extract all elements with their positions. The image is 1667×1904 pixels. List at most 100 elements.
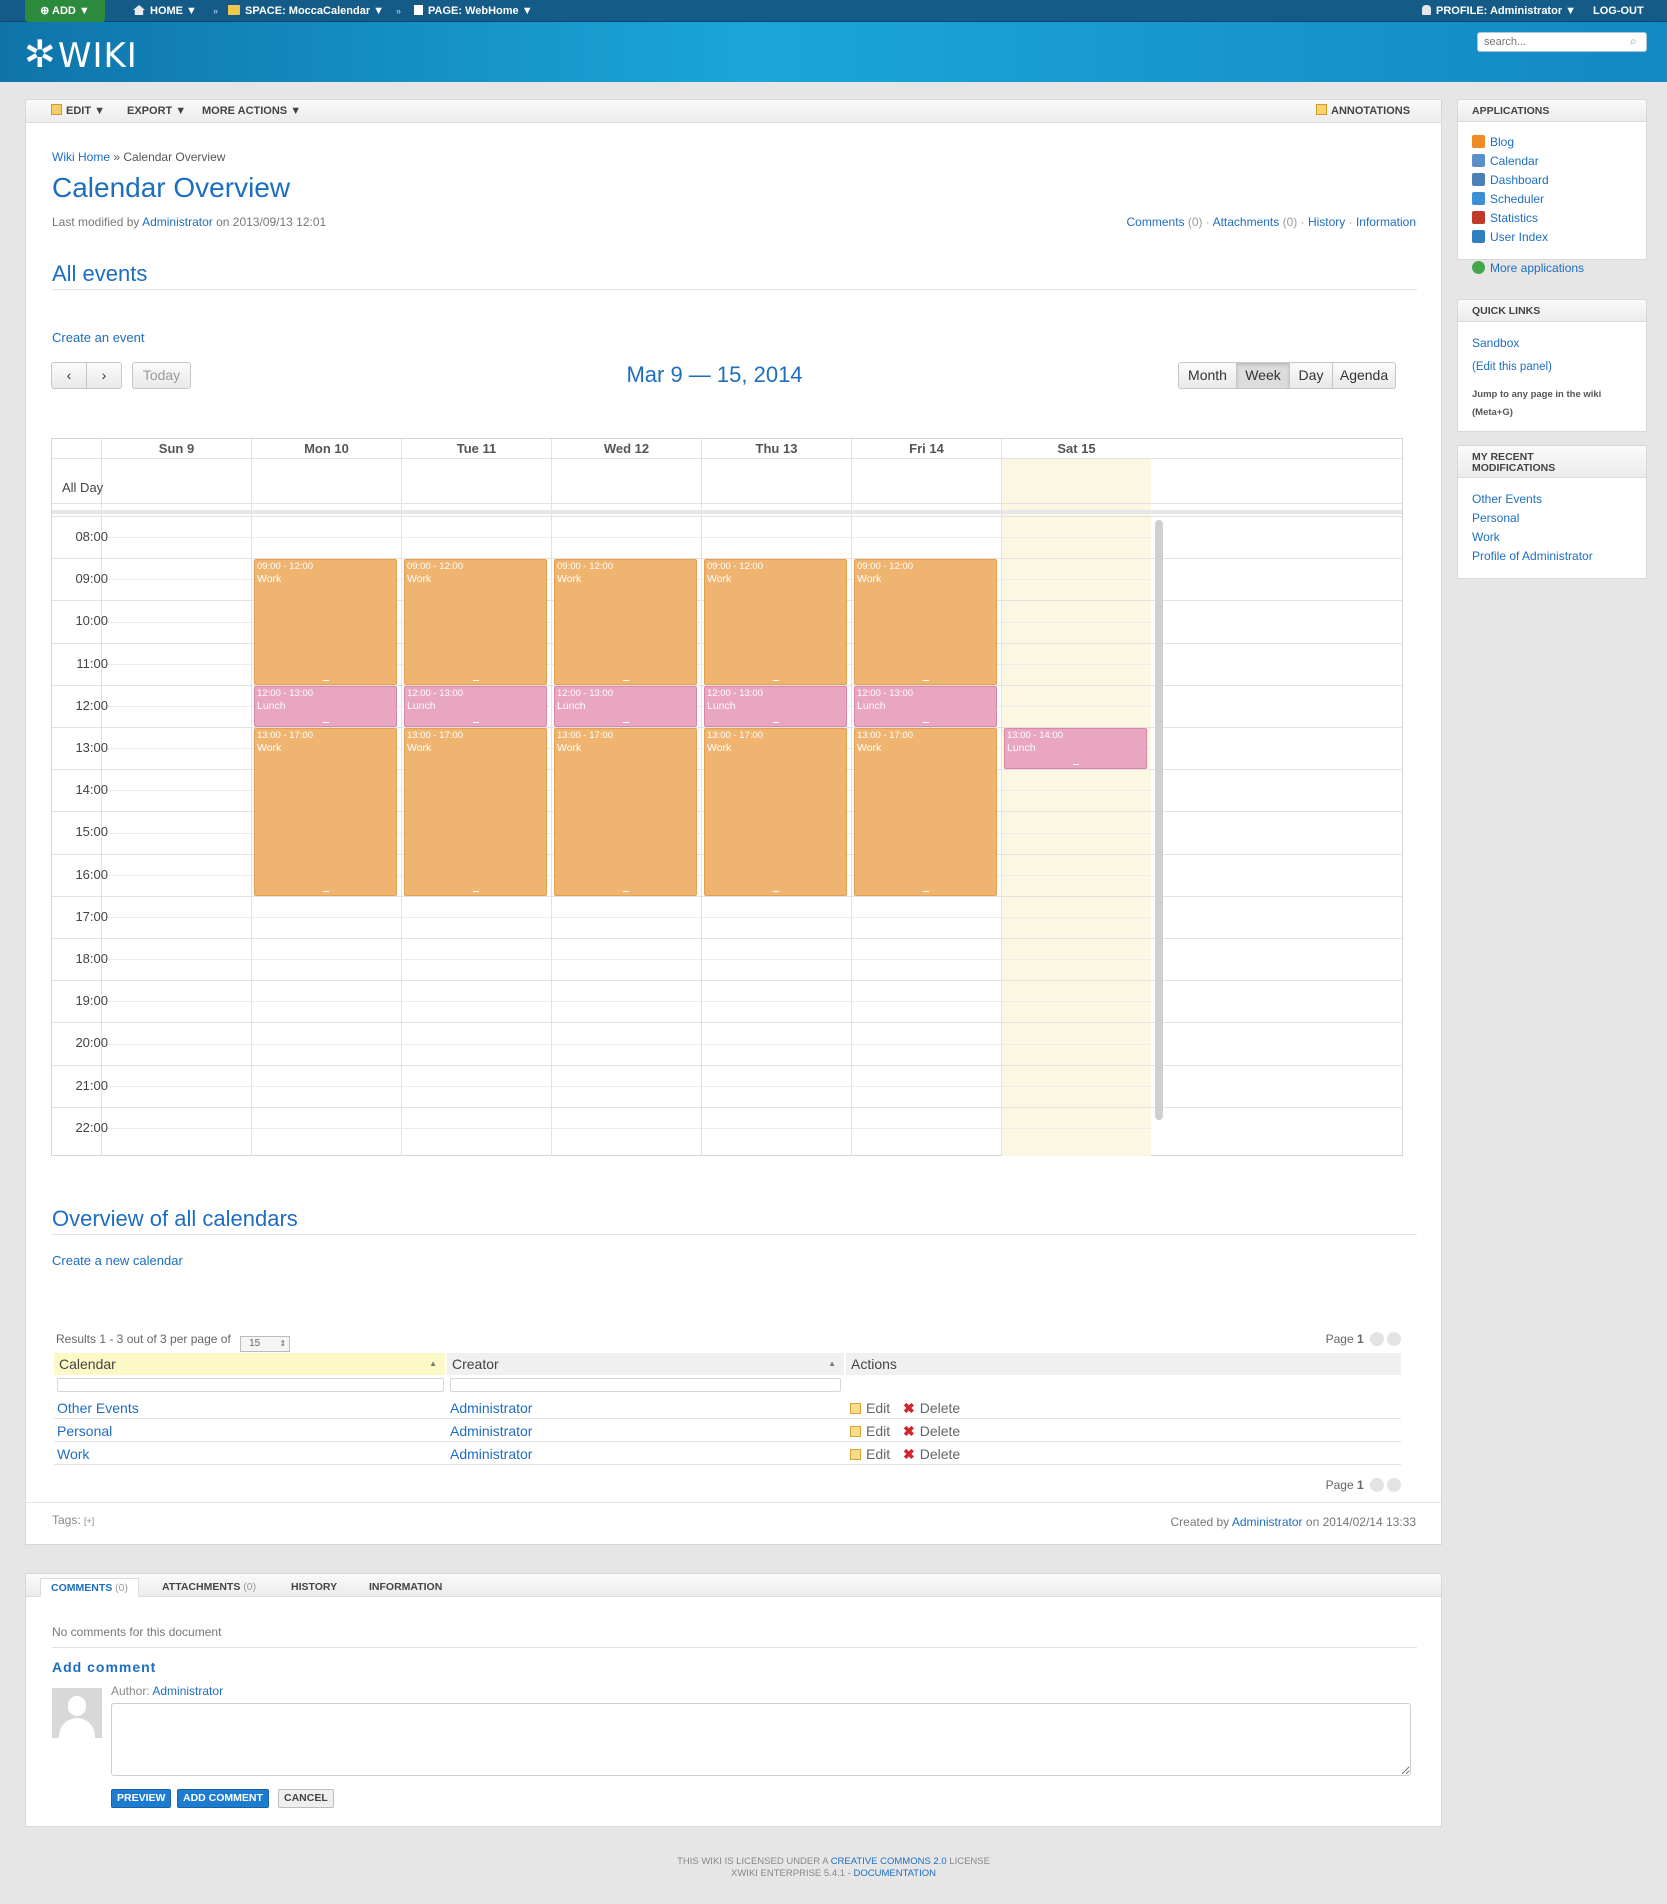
sidebar-app-scheduler[interactable]: Scheduler — [1472, 192, 1544, 206]
resize-handle[interactable] — [922, 890, 929, 892]
prev-page-icon[interactable] — [1370, 1478, 1384, 1492]
calendar-event[interactable]: 13:00 - 17:00 Work — [404, 728, 547, 896]
calendar-event[interactable]: 09:00 - 12:00 Work — [554, 559, 697, 685]
recent-modification-link[interactable]: Other Events — [1472, 492, 1542, 506]
resize-handle[interactable] — [622, 890, 629, 892]
calendar-event[interactable]: 12:00 - 13:00 Lunch — [854, 685, 997, 727]
column-creator[interactable]: Creator ▲ — [447, 1353, 844, 1375]
calendar-name-link[interactable]: Personal — [57, 1423, 112, 1439]
calendar-event[interactable]: 09:00 - 12:00 Work — [254, 559, 397, 685]
calendar-filter-input[interactable] — [57, 1378, 444, 1392]
resize-handle[interactable] — [472, 721, 479, 723]
license-link[interactable]: CREATIVE COMMONS 2.0 — [831, 1856, 947, 1867]
calendar-event[interactable]: 13:00 - 14:00 Lunch — [1004, 728, 1147, 770]
profile-menu[interactable]: PROFILE: Administrator ▼ — [1422, 0, 1576, 22]
xwiki-logo[interactable]: ✲WIKI — [24, 32, 138, 76]
resize-handle[interactable] — [472, 679, 479, 681]
home-menu[interactable]: HOME ▼ — [133, 0, 197, 22]
resize-handle[interactable] — [622, 721, 629, 723]
calendar-name-link[interactable]: Work — [57, 1446, 89, 1462]
annotations-button[interactable]: ANNOTATIONS — [1316, 100, 1410, 123]
attachments-link[interactable]: Attachments — [1213, 215, 1280, 229]
next-page-icon[interactable] — [1387, 1478, 1401, 1492]
recent-modification-link[interactable]: Work — [1472, 530, 1500, 544]
sandbox-link[interactable]: Sandbox — [1472, 336, 1519, 350]
creator-link[interactable]: Administrator — [1232, 1515, 1303, 1529]
view-week-button[interactable]: Week — [1236, 362, 1290, 389]
logout-link[interactable]: LOG-OUT — [1593, 0, 1644, 22]
resize-handle[interactable] — [922, 679, 929, 681]
resize-handle[interactable] — [922, 721, 929, 723]
calendar-event[interactable]: 13:00 - 17:00 Work — [854, 728, 997, 896]
edit-menu[interactable]: EDIT ▼ — [51, 100, 105, 123]
resize-handle[interactable] — [322, 890, 329, 892]
more-actions-menu[interactable]: MORE ACTIONS ▼ — [202, 100, 301, 123]
export-menu[interactable]: EXPORT ▼ — [127, 100, 186, 123]
calendar-event[interactable]: 09:00 - 12:00 Work — [704, 559, 847, 685]
column-calendar[interactable]: Calendar ▲ — [54, 1353, 445, 1375]
view-month-button[interactable]: Month — [1178, 362, 1237, 389]
breadcrumb-home-link[interactable]: Wiki Home — [52, 150, 110, 164]
sidebar-app-statistics[interactable]: Statistics — [1472, 211, 1538, 225]
tab-information[interactable]: INFORMATION — [359, 1578, 452, 1597]
modified-user-link[interactable]: Administrator — [142, 215, 213, 229]
edit-panel-link[interactable]: (Edit this panel) — [1472, 361, 1552, 373]
add-tag-link[interactable]: [+] — [84, 1516, 94, 1526]
resize-handle[interactable] — [322, 721, 329, 723]
per-page-select[interactable]: 15 ⇕ — [240, 1336, 291, 1352]
recent-modification-link[interactable]: Profile of Administrator — [1472, 549, 1593, 563]
information-link[interactable]: Information — [1356, 215, 1416, 229]
prev-page-icon[interactable] — [1370, 1332, 1384, 1346]
calendar-scrollbar[interactable] — [1155, 520, 1163, 1120]
add-comment-button[interactable]: ADD COMMENT — [177, 1789, 269, 1808]
next-page-icon[interactable] — [1387, 1332, 1401, 1346]
recent-modification-link[interactable]: Personal — [1472, 511, 1519, 525]
sidebar-app-dashboard[interactable]: Dashboard — [1472, 173, 1549, 187]
calendar-event[interactable]: 09:00 - 12:00 Work — [854, 559, 997, 685]
tab-attachments[interactable]: ATTACHMENTS (0) — [152, 1578, 266, 1597]
sidebar-app-user-index[interactable]: User Index — [1472, 230, 1548, 244]
edit-calendar-button[interactable]: Edit — [850, 1423, 890, 1439]
calendar-event[interactable]: 12:00 - 13:00 Lunch — [254, 685, 397, 727]
calendar-name-link[interactable]: Other Events — [57, 1400, 139, 1416]
search-icon[interactable]: ⌕ — [1630, 34, 1637, 49]
edit-calendar-button[interactable]: Edit — [850, 1400, 890, 1416]
history-link[interactable]: History — [1308, 215, 1345, 229]
resize-handle[interactable] — [772, 890, 779, 892]
resize-handle[interactable] — [772, 721, 779, 723]
calendar-event[interactable]: 13:00 - 17:00 Work — [554, 728, 697, 896]
comment-textarea[interactable] — [111, 1703, 1411, 1776]
preview-button[interactable]: PREVIEW — [111, 1789, 172, 1808]
resize-handle[interactable] — [622, 679, 629, 681]
comment-author-link[interactable]: Administrator — [152, 1684, 223, 1698]
create-event-link[interactable]: Create an event — [52, 330, 145, 345]
delete-calendar-button[interactable]: ✖ Delete — [903, 1400, 960, 1417]
calendar-event[interactable]: 09:00 - 12:00 Work — [404, 559, 547, 685]
comments-link[interactable]: Comments — [1127, 215, 1185, 229]
resize-handle[interactable] — [472, 890, 479, 892]
creator-link[interactable]: Administrator — [450, 1423, 532, 1439]
more-applications-link[interactable]: More applications — [1472, 261, 1584, 275]
edit-calendar-button[interactable]: Edit — [850, 1446, 890, 1462]
calendar-event[interactable]: 12:00 - 13:00 Lunch — [404, 685, 547, 727]
calendar-event[interactable]: 13:00 - 17:00 Work — [254, 728, 397, 896]
resize-handle[interactable] — [772, 679, 779, 681]
sidebar-app-blog[interactable]: Blog — [1472, 135, 1514, 149]
calendar-event[interactable]: 12:00 - 13:00 Lunch — [704, 685, 847, 727]
tab-history[interactable]: HISTORY — [281, 1578, 347, 1597]
search-input[interactable] — [1477, 32, 1647, 52]
tab-comments[interactable]: COMMENTS (0) — [40, 1578, 140, 1597]
creator-filter-input[interactable] — [450, 1378, 841, 1392]
creator-link[interactable]: Administrator — [450, 1446, 532, 1462]
space-menu[interactable]: SPACE: MoccaCalendar ▼ — [228, 0, 384, 22]
sidebar-app-calendar[interactable]: Calendar — [1472, 154, 1539, 168]
create-calendar-link[interactable]: Create a new calendar — [52, 1253, 183, 1268]
resize-handle[interactable] — [322, 679, 329, 681]
calendar-event[interactable]: 12:00 - 13:00 Lunch — [554, 685, 697, 727]
cancel-button[interactable]: CANCEL — [278, 1789, 334, 1808]
view-agenda-button[interactable]: Agenda — [1332, 362, 1396, 389]
resize-handle[interactable] — [1072, 764, 1079, 766]
documentation-link[interactable]: DOCUMENTATION — [853, 1868, 936, 1879]
delete-calendar-button[interactable]: ✖ Delete — [903, 1446, 960, 1463]
creator-link[interactable]: Administrator — [450, 1400, 532, 1416]
